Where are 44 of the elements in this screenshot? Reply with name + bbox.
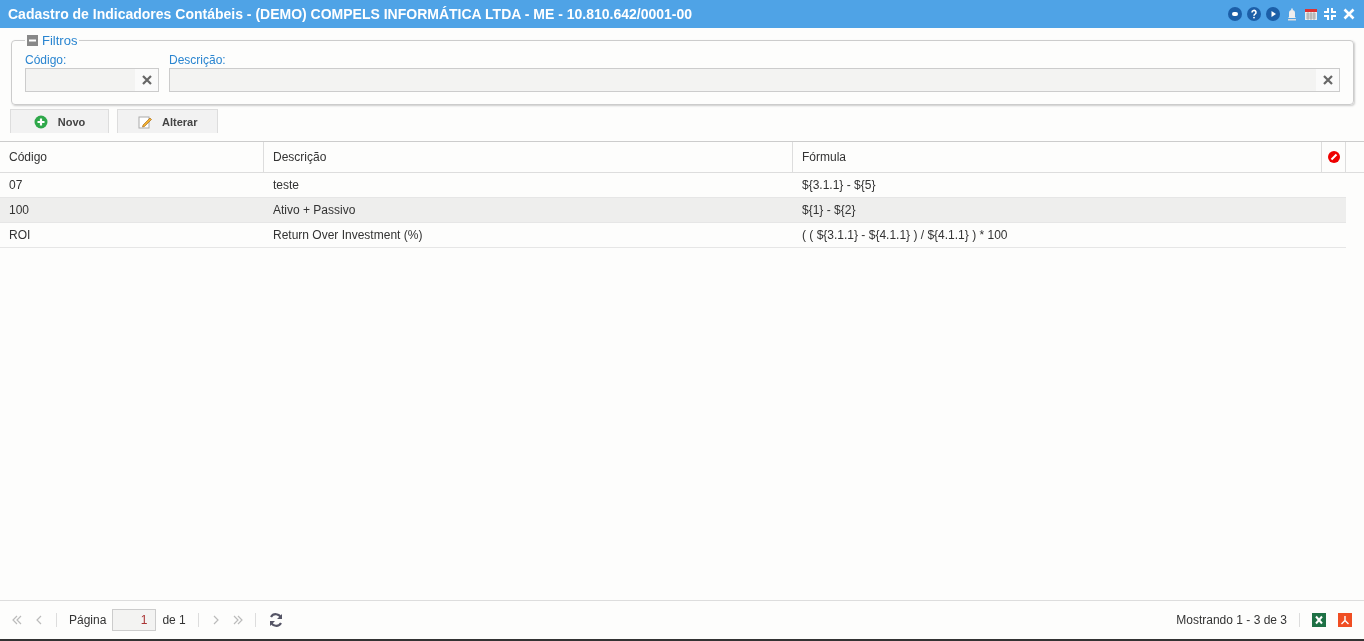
play-icon[interactable]: [1266, 7, 1280, 21]
field-label: Código:: [25, 52, 68, 68]
field-label: Descrição:: [169, 52, 227, 68]
table-cell-text: teste: [272, 177, 300, 194]
table-cell-text: ROI: [8, 227, 32, 244]
collapse-icon[interactable]: [27, 35, 38, 46]
plus-icon: [33, 114, 48, 129]
page-label: Página: [69, 613, 107, 627]
close-icon[interactable]: [1342, 7, 1356, 21]
table-cell-text: 100: [8, 202, 31, 219]
toolbar-button[interactable]: Alterar: [117, 109, 219, 133]
table-row[interactable]: 100 Ativo + Passivo ${1} - ${2}: [0, 198, 1346, 223]
spreadsheet-export-icon[interactable]: [1312, 613, 1326, 627]
clear-icon[interactable]: [1322, 75, 1333, 85]
table-cell-text: ${1} - ${2}: [801, 202, 857, 219]
first-page-icon[interactable]: [12, 615, 22, 625]
previous-page-icon[interactable]: [34, 615, 44, 625]
table-cell-text: Ativo + Passivo: [272, 202, 357, 219]
collapse-icon[interactable]: [1323, 7, 1337, 21]
table-cell-text: ( ( ${3.1.1} - ${4.1.1} ) / ${4.1.1} ) * 100: [801, 227, 1009, 244]
calendar-icon[interactable]: [1304, 7, 1318, 21]
window-title: Cadastro de Indicadores Contábeis - (DEMO) COMPELS INFORMÁTICA LTDA - ME - 10.810.642/0001-00: [8, 6, 694, 22]
column-header[interactable]: Descrição: [264, 142, 793, 172]
clear-filter-icon[interactable]: [1327, 151, 1340, 163]
input-field[interactable]: [25, 68, 159, 92]
last-page-icon[interactable]: [232, 615, 243, 625]
filter-legend: Filtros: [42, 33, 78, 48]
record-summary: Mostrando 1 - 3 de 3: [1176, 613, 1287, 627]
pencil-icon: [138, 114, 152, 129]
page-input[interactable]: 1: [112, 609, 157, 631]
input-field[interactable]: [169, 68, 1340, 92]
refresh-icon[interactable]: [267, 612, 284, 628]
chat-icon[interactable]: [1228, 7, 1242, 21]
help-icon[interactable]: [1247, 7, 1261, 21]
toolbar-button[interactable]: Novo: [10, 109, 109, 133]
table-cell-text: 07: [8, 177, 24, 194]
pdf-export-icon[interactable]: [1338, 613, 1352, 627]
clear-icon[interactable]: [141, 75, 152, 85]
page-count: de 1: [162, 613, 186, 627]
table-cell-text: Return Over Investment (%): [272, 227, 424, 244]
column-header[interactable]: Código: [0, 142, 264, 172]
bell-icon[interactable]: [1285, 7, 1299, 21]
table-cell-text: ${3.1.1} - ${5}: [801, 177, 877, 194]
column-header[interactable]: Fórmula: [793, 142, 1322, 172]
